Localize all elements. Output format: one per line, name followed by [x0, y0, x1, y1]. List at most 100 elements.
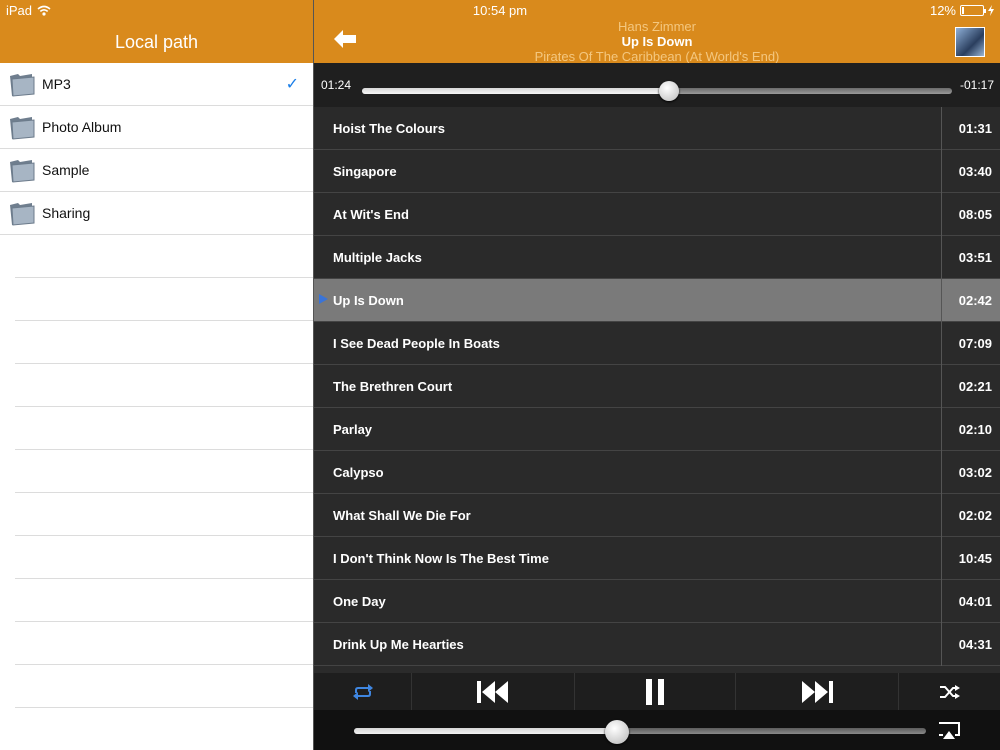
folder-icon	[8, 113, 36, 141]
track-duration: 04:01	[941, 579, 1000, 623]
repeat-icon	[352, 683, 373, 700]
charging-icon	[988, 5, 994, 16]
playback-progress: 01:24 -01:17	[314, 63, 1000, 107]
track-row[interactable]: Multiple Jacks 03:51	[314, 235, 1000, 279]
empty-row	[15, 536, 313, 579]
status-right: 12%	[930, 3, 994, 18]
track-duration: 02:42	[941, 278, 1000, 322]
track-duration: 02:02	[941, 493, 1000, 537]
pause-button[interactable]	[575, 673, 736, 710]
track-duration: 04:31	[941, 622, 1000, 666]
airplay-icon	[939, 722, 960, 739]
track-row[interactable]: The Brethren Court 02:21	[314, 364, 1000, 408]
progress-slider[interactable]	[362, 81, 952, 101]
empty-row	[15, 665, 313, 708]
track-name: At Wit's End	[333, 206, 409, 222]
empty-row	[15, 708, 313, 750]
track-row[interactable]: At Wit's End 08:05	[314, 192, 1000, 236]
volume-slider[interactable]	[354, 720, 926, 744]
folder-list: MP3 ✓ Photo Album Sample Sharing	[0, 63, 313, 235]
track-duration: 08:05	[941, 192, 1000, 236]
track-name: Drink Up Me Hearties	[333, 636, 464, 652]
checkmark-icon: ✓	[285, 76, 299, 93]
folder-label: Photo Album	[42, 119, 122, 135]
now-playing-artist: Hans Zimmer	[617, 19, 696, 34]
shuffle-button[interactable]	[899, 673, 1000, 710]
shuffle-icon	[939, 684, 960, 699]
track-duration: 03:02	[941, 450, 1000, 494]
track-row[interactable]: What Shall We Die For 02:02	[314, 493, 1000, 537]
folder-label: MP3	[42, 76, 71, 92]
track-name: Multiple Jacks	[333, 249, 422, 265]
status-time: 10:54 pm	[472, 3, 528, 18]
track-row[interactable]: Calypso 03:02	[314, 450, 1000, 494]
album-art[interactable]	[955, 27, 985, 57]
track-list: Hoist The Colours 01:31 Singapore 03:40 At W…	[314, 106, 1000, 666]
track-name: Parlay	[333, 421, 373, 437]
track-duration: 01:31	[941, 106, 1000, 150]
progress-fill	[362, 88, 669, 94]
battery-percent: 12%	[929, 3, 956, 18]
track-row[interactable]: One Day 04:01	[314, 579, 1000, 623]
skip-previous-icon	[477, 680, 508, 703]
pause-icon	[646, 678, 664, 705]
empty-row	[15, 364, 313, 407]
track-name: Hoist The Colours	[333, 120, 445, 136]
playback-controls	[314, 673, 1000, 710]
empty-row	[15, 235, 313, 278]
track-name: Calypso	[333, 464, 384, 480]
progress-knob[interactable]	[658, 81, 679, 101]
track-row[interactable]: Drink Up Me Hearties 04:31	[314, 622, 1000, 666]
track-duration: 03:40	[941, 149, 1000, 193]
volume-knob[interactable]	[605, 720, 630, 744]
previous-button[interactable]	[412, 673, 575, 710]
track-duration: 10:45	[941, 536, 1000, 580]
elapsed-time: 01:24	[321, 78, 352, 92]
empty-row	[15, 278, 313, 321]
folder-icon	[8, 70, 36, 98]
empty-row	[15, 493, 313, 536]
track-name: One Day	[333, 593, 386, 609]
next-button[interactable]	[736, 673, 899, 710]
now-playing-title: Up Is Down	[621, 34, 693, 49]
track-row[interactable]: Parlay 02:10	[314, 407, 1000, 451]
track-duration: 03:51	[941, 235, 1000, 279]
empty-row	[15, 622, 313, 665]
volume-bar	[314, 710, 1000, 750]
folder-label: Sample	[42, 162, 90, 178]
track-duration: 02:21	[941, 364, 1000, 408]
folder-label: Sharing	[42, 205, 91, 221]
empty-row	[15, 407, 313, 450]
track-name: Up Is Down	[333, 292, 404, 308]
skip-next-icon	[802, 680, 833, 703]
track-row[interactable]: Singapore 03:40	[314, 149, 1000, 193]
empty-row	[15, 450, 313, 493]
track-row[interactable]: Hoist The Colours 01:31	[314, 106, 1000, 150]
track-name: I Don't Think Now Is The Best Time	[333, 550, 549, 566]
track-row[interactable]: Up Is Down 02:42	[314, 278, 1000, 322]
player-panel: Hans Zimmer Up Is Down Pirates Of The Ca…	[314, 0, 1000, 750]
track-row[interactable]: I Don't Think Now Is The Best Time 10:45	[314, 536, 1000, 580]
track-name: I See Dead People In Boats	[333, 335, 500, 351]
track-name: The Brethren Court	[333, 378, 453, 394]
empty-list-area	[0, 235, 313, 750]
folder-item[interactable]: Sample	[0, 149, 313, 192]
folder-item[interactable]: Sharing	[0, 192, 313, 235]
track-row[interactable]: I See Dead People In Boats 07:09	[314, 321, 1000, 365]
now-playing-marker-icon	[319, 294, 328, 304]
battery-icon	[960, 5, 986, 16]
volume-fill	[354, 728, 618, 734]
airplay-button[interactable]	[938, 722, 960, 740]
empty-row	[15, 579, 313, 622]
repeat-button[interactable]	[314, 673, 412, 710]
folder-item[interactable]: Photo Album	[0, 106, 313, 149]
folder-icon	[8, 199, 36, 227]
track-duration: 02:10	[941, 407, 1000, 451]
folder-item[interactable]: MP3 ✓	[0, 63, 313, 106]
now-playing-album: Pirates Of The Caribbean (At World's End…	[534, 49, 780, 64]
track-duration: 07:09	[941, 321, 1000, 365]
status-bar: iPad 10:54 pm 12%	[0, 0, 1000, 20]
track-name: Singapore	[333, 163, 397, 179]
sidebar-title: Local path	[114, 32, 199, 52]
battery-fill	[962, 7, 965, 14]
